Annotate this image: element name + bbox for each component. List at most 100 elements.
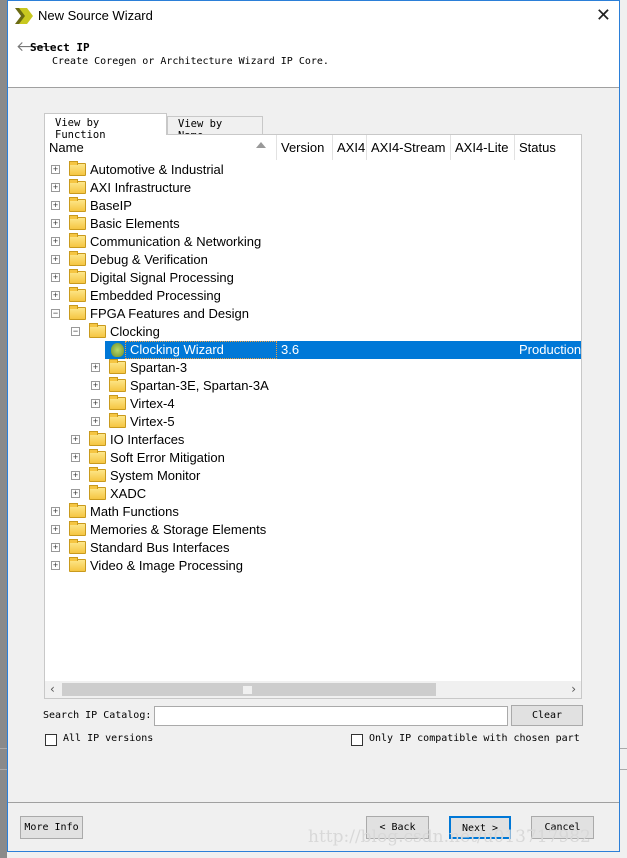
tree-row[interactable]: + Virtex-4 <box>45 395 581 413</box>
tab-view-by-name[interactable]: View by Name <box>167 116 263 142</box>
collapse-icon[interactable]: − <box>51 309 60 318</box>
scroll-left-icon[interactable]: ‹ <box>50 682 55 696</box>
expand-icon[interactable]: + <box>71 471 80 480</box>
tree-item-label: Basic Elements <box>90 216 180 231</box>
compatible-only-checkbox[interactable] <box>351 734 363 746</box>
tree-row[interactable]: + Automotive & Industrial <box>45 161 581 179</box>
tree-row[interactable]: + XADC <box>45 485 581 503</box>
expand-icon[interactable]: + <box>51 525 60 534</box>
tree-row[interactable]: + Basic Elements <box>45 215 581 233</box>
tree-item-label: Math Functions <box>90 504 179 519</box>
tree-item-label: System Monitor <box>110 468 201 483</box>
folder-icon <box>69 215 86 230</box>
expand-icon[interactable]: + <box>51 219 60 228</box>
tree-item-label: Digital Signal Processing <box>90 270 234 285</box>
tree-row[interactable]: + Embedded Processing <box>45 287 581 305</box>
expand-icon[interactable]: + <box>51 237 60 246</box>
folder-icon <box>89 449 106 464</box>
tree-item-label: Video & Image Processing <box>90 558 243 573</box>
expand-icon[interactable]: + <box>51 291 60 300</box>
tree-item-label: Clocking <box>110 324 160 339</box>
folder-icon <box>69 557 86 572</box>
expand-icon[interactable]: + <box>51 255 60 264</box>
expand-icon[interactable]: + <box>91 399 100 408</box>
expand-icon[interactable]: + <box>91 363 100 372</box>
tree-row[interactable]: + IO Interfaces <box>45 431 581 449</box>
expand-icon[interactable]: + <box>91 417 100 426</box>
clear-button[interactable]: Clear <box>511 705 583 726</box>
tree-row[interactable]: + Debug & Verification <box>45 251 581 269</box>
tree-row[interactable]: − Clocking <box>45 323 581 341</box>
tree-row[interactable]: + System Monitor <box>45 467 581 485</box>
wizard-window: New Source Wizard ✕ 🡐 Select IP Create C… <box>7 0 620 852</box>
tree-row[interactable]: + Math Functions <box>45 503 581 521</box>
tree-item-label: Standard Bus Interfaces <box>90 540 230 555</box>
expand-icon[interactable]: + <box>71 435 80 444</box>
tree-row[interactable]: + Digital Signal Processing <box>45 269 581 287</box>
version-cell: 3.6 <box>281 342 300 357</box>
background <box>0 0 7 858</box>
ip-core-icon <box>111 343 124 357</box>
collapse-icon[interactable]: − <box>71 327 80 336</box>
tree-item-label: Virtex-5 <box>130 414 175 429</box>
tree-item-label: Embedded Processing <box>90 288 221 303</box>
more-info-button[interactable]: More Info <box>20 816 83 839</box>
tree-row[interactable]: + AXI Infrastructure <box>45 179 581 197</box>
folder-icon <box>109 395 126 410</box>
table-header: Name Version AXI4 AXI4-Stream AXI4-Lite … <box>45 135 581 160</box>
close-icon[interactable]: ✕ <box>596 5 611 26</box>
tree-row[interactable]: + Soft Error Mitigation <box>45 449 581 467</box>
expand-icon[interactable]: + <box>91 381 100 390</box>
column-status[interactable]: Status <box>515 135 582 160</box>
expand-icon[interactable]: + <box>71 453 80 462</box>
folder-icon <box>109 359 126 374</box>
grip-icon <box>243 686 252 694</box>
expand-icon[interactable]: + <box>51 543 60 552</box>
expand-icon[interactable]: + <box>51 201 60 210</box>
folder-icon <box>89 485 106 500</box>
search-input[interactable] <box>154 706 508 726</box>
scroll-right-icon[interactable]: › <box>571 682 576 696</box>
column-axi4[interactable]: AXI4 <box>333 135 367 160</box>
expand-icon[interactable]: + <box>71 489 80 498</box>
tree-item-label: AXI Infrastructure <box>90 180 192 195</box>
title-bar: New Source Wizard ✕ <box>8 1 619 33</box>
tree-row[interactable]: + Communication & Networking <box>45 233 581 251</box>
horizontal-scrollbar[interactable]: ‹ › <box>45 681 581 698</box>
tree-item-label: BaseIP <box>90 198 132 213</box>
column-axi4-lite[interactable]: AXI4-Lite <box>451 135 515 160</box>
tree-row[interactable]: + BaseIP <box>45 197 581 215</box>
all-ip-versions-label: All IP versions <box>63 733 154 744</box>
tree-item-label: Spartan-3E, Spartan-3A <box>130 378 269 393</box>
folder-icon <box>69 233 86 248</box>
column-version[interactable]: Version <box>277 135 333 160</box>
tree-item-label: Debug & Verification <box>90 252 208 267</box>
expand-icon[interactable]: + <box>51 561 60 570</box>
tree-row[interactable]: + Spartan-3E, Spartan-3A <box>45 377 581 395</box>
tree-row[interactable]: + Standard Bus Interfaces <box>45 539 581 557</box>
tree-row[interactable]: + Virtex-5 <box>45 413 581 431</box>
tree-item-label: Spartan-3 <box>130 360 188 375</box>
status-cell: Production <box>519 342 582 357</box>
expand-icon[interactable]: + <box>51 273 60 282</box>
tree-item-label: XADC <box>110 486 147 501</box>
folder-icon <box>109 377 126 392</box>
tree-row[interactable]: + Memories & Storage Elements <box>45 521 581 539</box>
all-ip-versions-checkbox[interactable] <box>45 734 57 746</box>
expand-icon[interactable]: + <box>51 165 60 174</box>
tree-row[interactable]: + Video & Image Processing <box>45 557 581 575</box>
page-title: Select IP <box>30 41 90 54</box>
folder-icon <box>69 179 86 194</box>
expand-icon[interactable]: + <box>51 183 60 192</box>
tab-view-by-function[interactable]: View by Function <box>44 113 167 141</box>
search-label: Search IP Catalog: <box>43 710 152 721</box>
scrollbar-thumb[interactable] <box>62 683 436 696</box>
tree-item-label: FPGA Features and Design <box>90 306 249 321</box>
column-axi4-stream[interactable]: AXI4-Stream <box>367 135 451 160</box>
tree-row[interactable]: + Spartan-3 <box>45 359 581 377</box>
tree-row[interactable]: − FPGA Features and Design <box>45 305 581 323</box>
folder-icon <box>69 269 86 284</box>
tree-row[interactable]: Clocking Wizard 3.6 Production <box>45 341 581 359</box>
expand-icon[interactable]: + <box>51 507 60 516</box>
watermark: http://blog.csdn.net/u013717982 <box>308 827 591 847</box>
